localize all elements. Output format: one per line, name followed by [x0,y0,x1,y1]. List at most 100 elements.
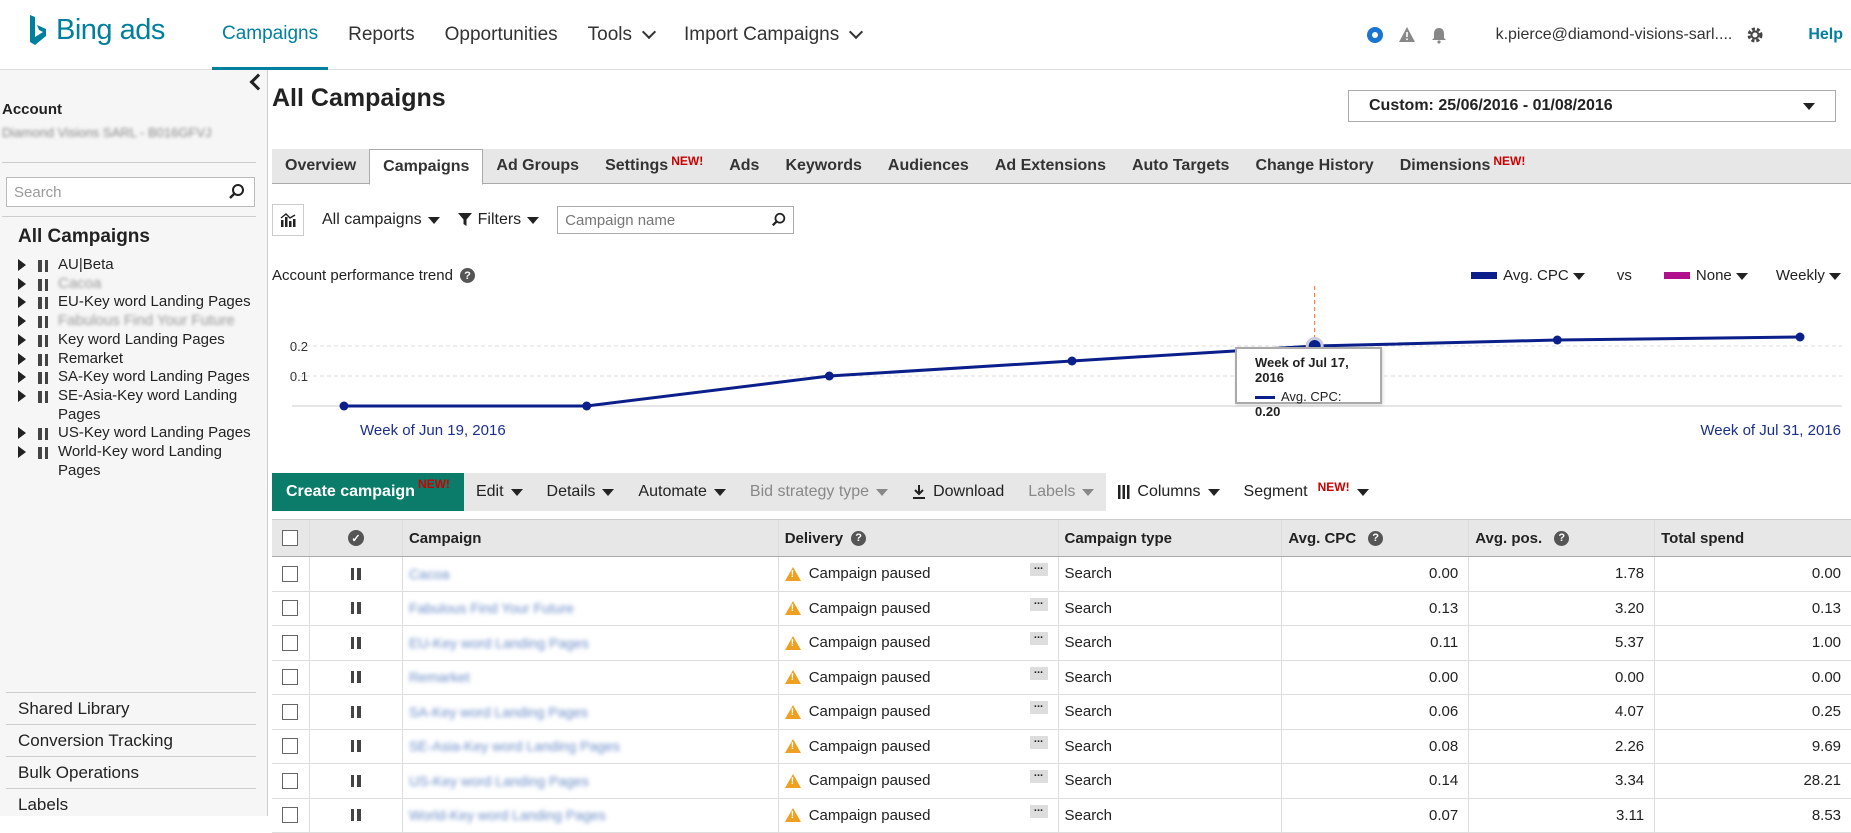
data-point[interactable] [825,372,834,381]
row-checkbox[interactable] [282,738,298,754]
campaign-link[interactable]: US-Key word Landing Pages [409,773,589,789]
nav-item-reports[interactable]: Reports [338,0,425,70]
sidebar-campaign-item[interactable]: AU|Beta [18,256,253,275]
help-icon[interactable]: ? [1554,531,1569,546]
data-point[interactable] [1796,333,1805,342]
columns-dropdown[interactable]: Columns [1106,473,1231,511]
all-campaigns-heading[interactable]: All Campaigns [18,226,150,248]
table-row[interactable]: CacoaCampaign paused...Search0.001.780.0… [272,557,1851,592]
sidebar-campaign-item[interactable]: World-Key word Landing Pages [18,443,253,480]
sidebar-campaign-item[interactable]: Cacoa [18,275,253,294]
expand-arrow-icon[interactable] [18,371,26,383]
sidebar-campaign-item[interactable]: Remarket [18,350,253,369]
labels-dropdown[interactable]: Labels [1016,473,1106,511]
metric2-dropdown[interactable]: None [1696,267,1748,284]
user-email[interactable]: k.pierce@diamond-visions-sarl.... [1496,26,1733,44]
more-options-icon[interactable]: ... [1030,701,1048,714]
campaign-link[interactable]: Fabulous Find Your Future [409,600,574,616]
paused-icon[interactable] [351,568,361,580]
row-checkbox[interactable] [282,669,298,685]
table-row[interactable]: US-Key word Landing PagesCampaign paused… [272,764,1851,799]
nav-item-import-campaigns[interactable]: Import Campaigns [674,0,871,70]
status-badge-icon[interactable] [1366,26,1384,44]
campaign-link[interactable]: World-Key word Landing Pages [409,807,606,823]
tab-overview[interactable]: Overview [272,149,369,183]
column-header-campaign[interactable]: Campaign [403,520,779,556]
campaign-link[interactable]: SE-Asia-Key word Landing Pages [409,738,620,754]
tab-settings[interactable]: SettingsNEW! [592,149,716,183]
paused-icon[interactable] [351,671,361,683]
sidebar-campaign-item[interactable]: Fabulous Find Your Future [18,312,253,331]
tab-ad-extensions[interactable]: Ad Extensions [982,149,1119,183]
expand-arrow-icon[interactable] [18,315,26,327]
more-options-icon[interactable]: ... [1030,563,1048,576]
expand-arrow-icon[interactable] [18,353,26,365]
search-icon[interactable] [228,183,246,201]
sidebar-search-input[interactable]: Search [6,177,255,207]
campaign-link[interactable]: Remarket [409,669,470,685]
table-row[interactable]: RemarketCampaign paused...Search0.000.00… [272,661,1851,696]
column-header-campaign-type[interactable]: Campaign type [1059,520,1283,556]
data-point[interactable] [1553,336,1562,345]
more-options-icon[interactable]: ... [1030,770,1048,783]
sidebar-link-conversion-tracking[interactable]: Conversion Tracking [6,724,256,756]
row-checkbox[interactable] [282,635,298,651]
status-column-header[interactable]: ✓ [310,520,403,556]
column-header-avg-cpc[interactable]: Avg. CPC? [1282,520,1469,556]
expand-arrow-icon[interactable] [18,334,26,346]
campaign-name-input[interactable]: Campaign name [557,206,794,234]
tab-keywords[interactable]: Keywords [772,149,874,183]
sidebar-campaign-item[interactable]: SE-Asia-Key word Landing Pages [18,387,253,424]
row-checkbox[interactable] [282,704,298,720]
tab-auto-targets[interactable]: Auto Targets [1119,149,1242,183]
create-campaign-button[interactable]: Create campaignNEW! [272,473,464,511]
tab-campaigns[interactable]: Campaigns [369,149,483,185]
expand-arrow-icon[interactable] [18,427,26,439]
row-checkbox[interactable] [282,773,298,789]
row-checkbox[interactable] [282,566,298,582]
bing-ads-logo[interactable]: Bing ads [28,14,165,47]
paused-icon[interactable] [351,637,361,649]
data-point[interactable] [1068,357,1077,366]
details-dropdown[interactable]: Details [535,473,627,511]
row-checkbox[interactable] [282,807,298,823]
sidebar-campaign-item[interactable]: EU-Key word Landing Pages [18,293,253,312]
help-link[interactable]: Help [1808,26,1843,44]
more-options-icon[interactable]: ... [1030,598,1048,611]
chart-toggle-button[interactable] [272,204,304,236]
more-options-icon[interactable]: ... [1030,632,1048,645]
table-row[interactable]: SA-Key word Landing PagesCampaign paused… [272,695,1851,730]
campaign-link[interactable]: Cacoa [409,566,449,582]
column-header-avg-pos[interactable]: Avg. pos.? [1469,520,1655,556]
collapse-sidebar-icon[interactable] [250,74,267,91]
metric1-dropdown[interactable]: Avg. CPC [1503,267,1585,284]
paused-icon[interactable] [351,602,361,614]
edit-dropdown[interactable]: Edit [464,473,535,511]
bid-strategy-dropdown[interactable]: Bid strategy type [738,473,900,511]
tab-audiences[interactable]: Audiences [875,149,982,183]
more-options-icon[interactable]: ... [1030,736,1048,749]
row-checkbox[interactable] [282,600,298,616]
paused-icon[interactable] [351,706,361,718]
campaign-link[interactable]: EU-Key word Landing Pages [409,635,589,651]
warning-icon[interactable] [1398,26,1416,44]
account-name[interactable]: Diamond Visions SARL - B016GFVJ [2,125,212,140]
segment-dropdown[interactable]: SegmentNEW! [1232,473,1381,511]
filters-dropdown[interactable]: Filters [458,211,540,229]
sidebar-link-labels[interactable]: Labels [6,788,256,820]
expand-arrow-icon[interactable] [18,446,26,458]
tab-dimensions[interactable]: DimensionsNEW! [1387,149,1539,183]
expand-arrow-icon[interactable] [18,296,26,308]
paused-icon[interactable] [351,809,361,821]
paused-icon[interactable] [351,775,361,787]
column-header-total-spend[interactable]: Total spend [1655,520,1851,556]
search-icon[interactable] [771,212,787,228]
campaign-scope-dropdown[interactable]: All campaigns [322,211,440,229]
automate-dropdown[interactable]: Automate [626,473,737,511]
expand-arrow-icon[interactable] [18,390,26,402]
tab-ads[interactable]: Ads [716,149,772,183]
more-options-icon[interactable]: ... [1030,667,1048,680]
download-button[interactable]: Download [900,473,1016,511]
expand-arrow-icon[interactable] [18,278,26,290]
nav-item-campaigns[interactable]: Campaigns [212,0,328,70]
